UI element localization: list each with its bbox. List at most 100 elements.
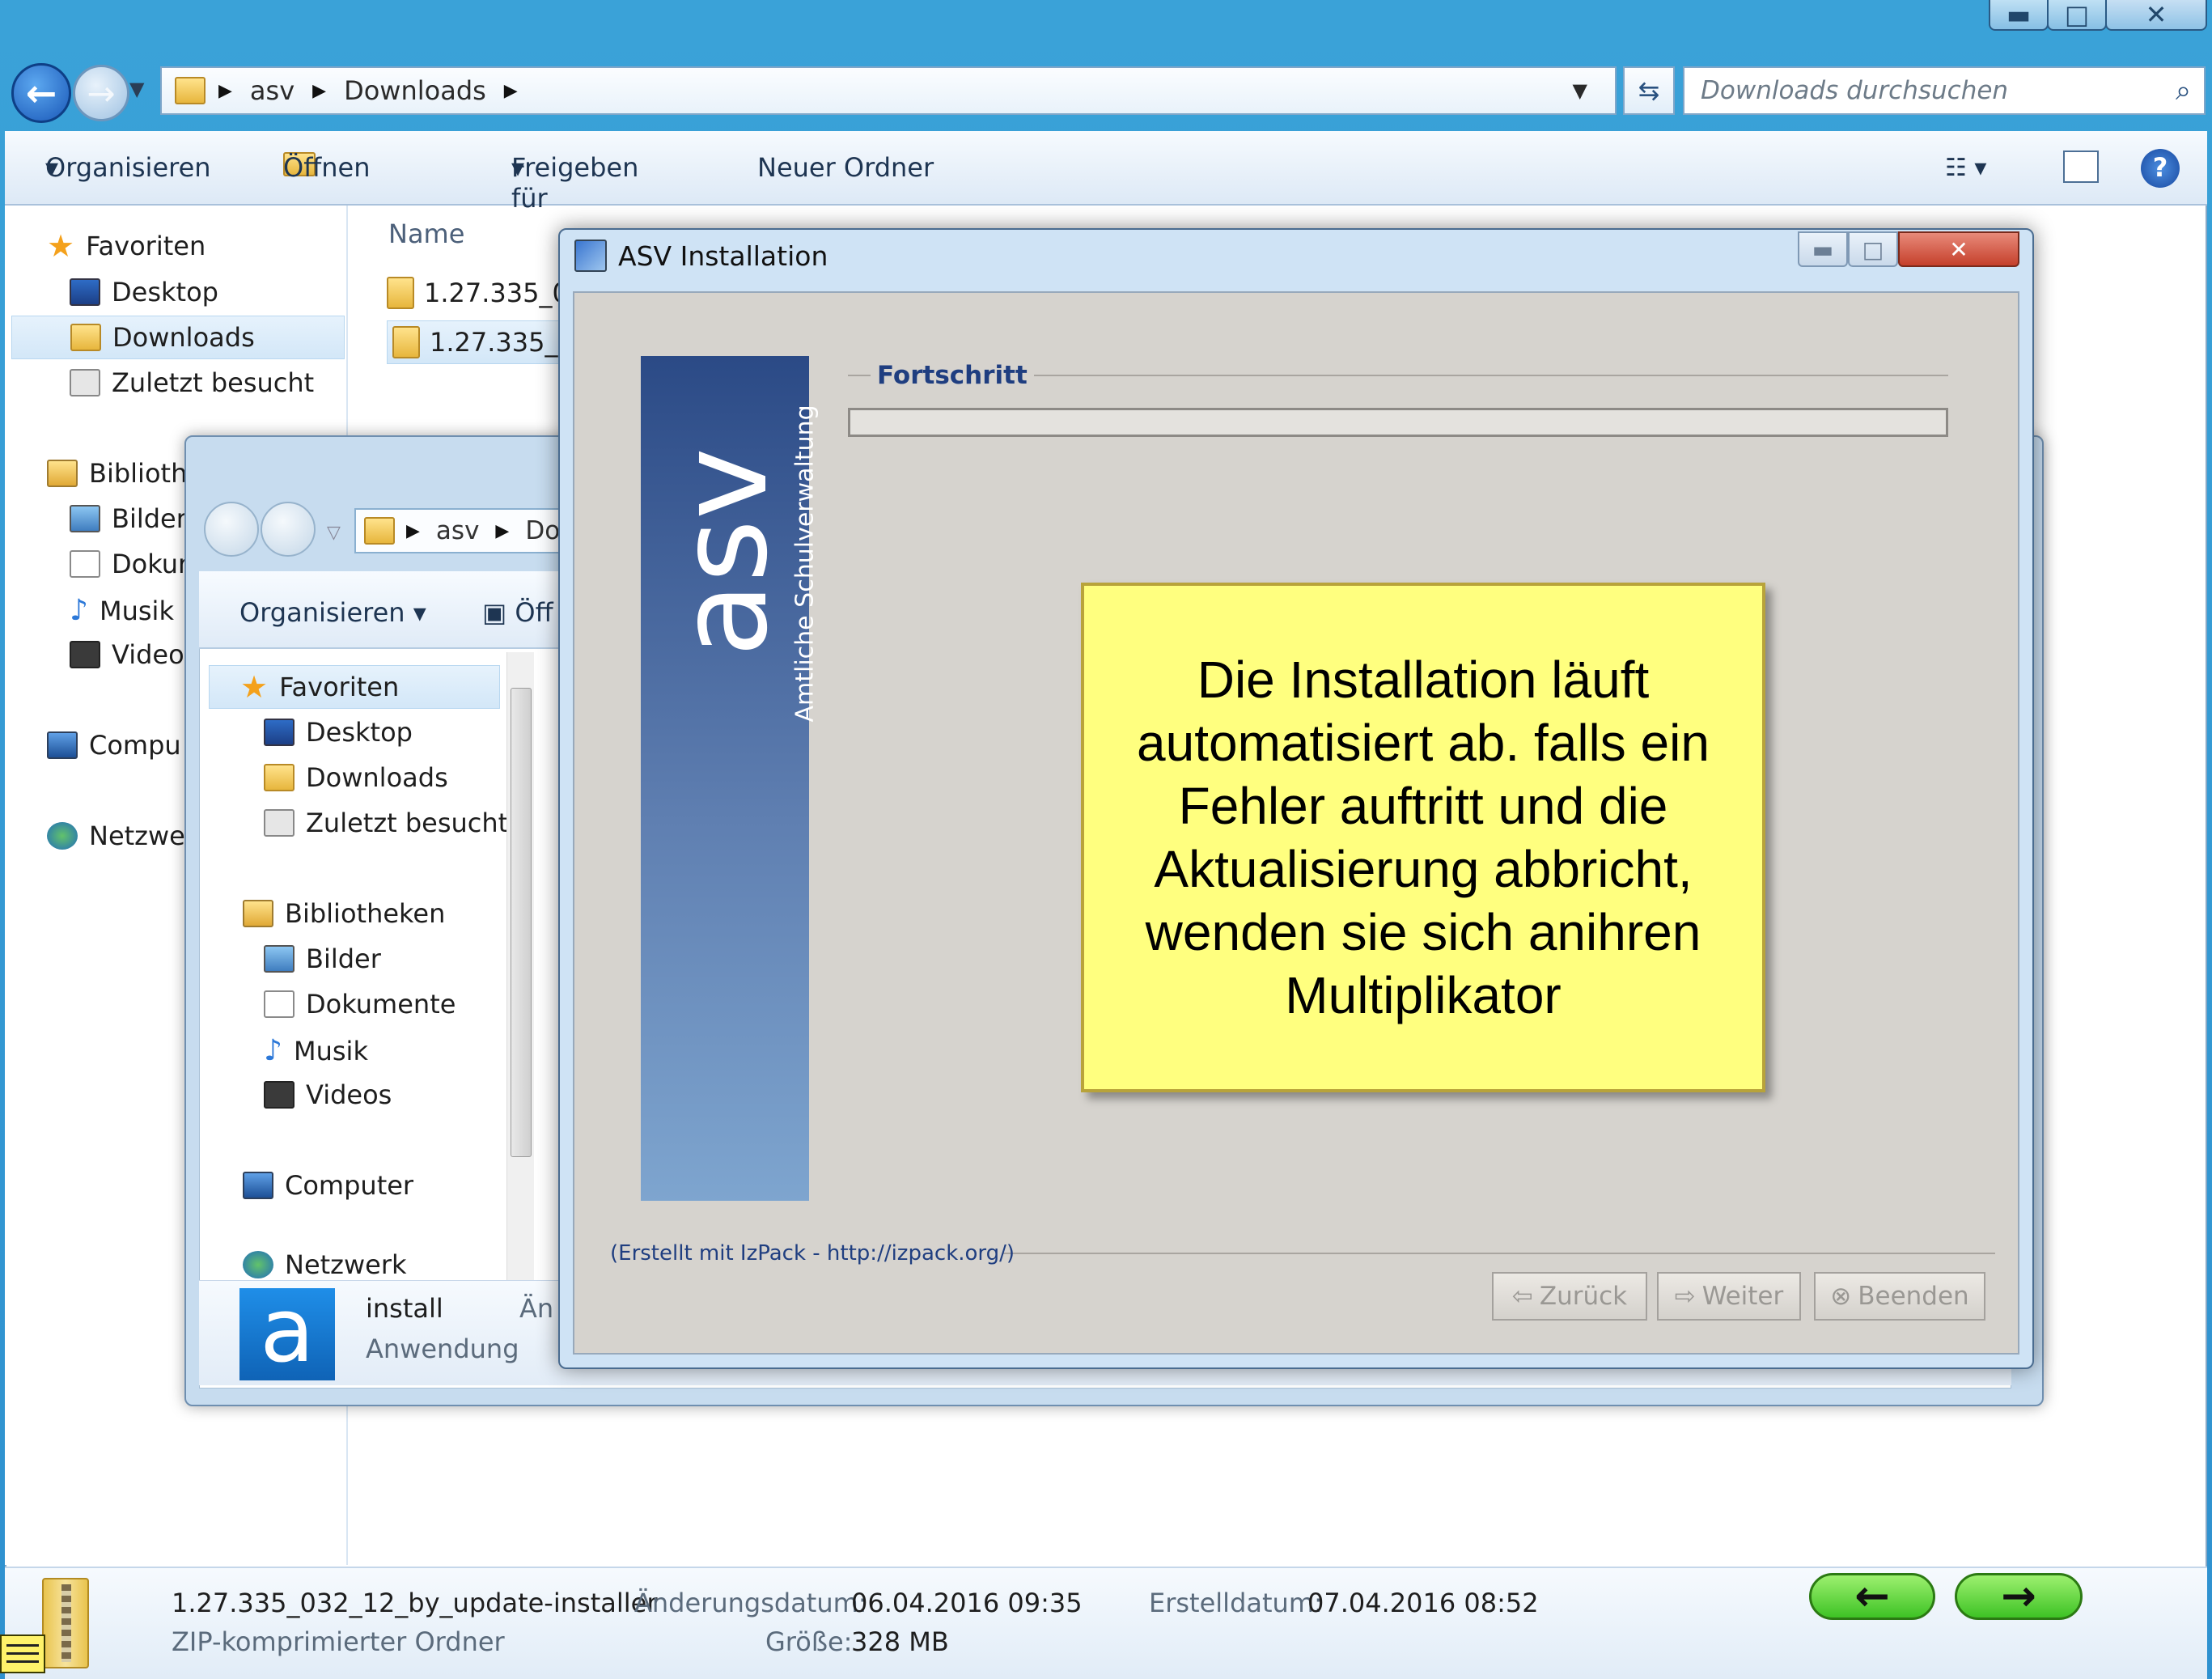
organize-button[interactable]: Organisieren ▾ — [239, 597, 426, 628]
nav-libraries[interactable]: Biblioth — [47, 458, 187, 489]
nav-recent[interactable]: Zuletzt besucht — [264, 808, 508, 838]
next-label: Weiter — [1701, 1282, 1784, 1311]
maximize-button[interactable]: □ — [2047, 0, 2107, 31]
note-icon[interactable] — [0, 1634, 45, 1673]
open-button[interactable]: ▣ Öff — [482, 597, 553, 628]
open-button[interactable]: Öffnen ▾ — [283, 152, 370, 183]
breadcrumb-separator-icon: ▶ — [312, 80, 327, 101]
nav-pictures[interactable]: Bilder — [70, 503, 187, 534]
scrollbar-thumb[interactable] — [511, 688, 532, 1157]
recent-places-icon — [70, 369, 100, 396]
nav-label: Bilder — [306, 943, 381, 974]
next-arrow-button[interactable]: → — [1955, 1572, 2083, 1621]
address-dropdown-icon[interactable]: ▼ — [1573, 79, 1587, 102]
finish-button-installer[interactable]: ⊗ Beenden — [1814, 1272, 1985, 1321]
breadcrumb-asv[interactable]: asv — [436, 516, 480, 545]
nav-music[interactable]: ♪ Musik — [264, 1034, 368, 1067]
forward-arrow-icon: → — [87, 73, 116, 113]
forward-button-disabled[interactable] — [261, 502, 316, 557]
back-button-installer[interactable]: ⇦ Zurück — [1492, 1272, 1647, 1321]
star-icon: ★ — [240, 669, 269, 705]
nav-desktop[interactable]: Desktop — [70, 277, 218, 307]
folder-icon — [364, 517, 395, 545]
recent-places-icon — [264, 809, 295, 837]
nav-network[interactable]: Netzwe — [47, 820, 185, 851]
nav-documents[interactable]: Dokur — [70, 549, 189, 579]
share-label: Freigeben für — [511, 152, 639, 214]
organize-button[interactable]: Organisieren ▾ — [45, 152, 211, 183]
asv-logo: asv — [654, 447, 795, 657]
info-note: Die Installation läuft automatisiert ab.… — [1081, 583, 1765, 1092]
installer-close-button[interactable]: ✕ — [1898, 231, 2019, 267]
history-dropdown-icon[interactable]: ▽ — [327, 523, 341, 543]
nav-label: Computer — [285, 1170, 414, 1201]
nav-videos[interactable]: Videos — [264, 1079, 392, 1110]
next-button-installer[interactable]: ⇨ Weiter — [1657, 1272, 1801, 1321]
nav-downloads[interactable]: Downloads — [11, 316, 345, 359]
nav-label: Musik — [293, 1035, 368, 1066]
nav-label: Bilder — [112, 503, 187, 534]
details-col-label: Än — [519, 1293, 554, 1324]
nav-favorites[interactable]: ★ Favoriten — [209, 665, 500, 709]
previous-arrow-button[interactable]: ← — [1809, 1572, 1935, 1621]
music-icon: ♪ — [264, 1034, 282, 1067]
star-icon: ★ — [47, 228, 75, 264]
view-icon[interactable]: ☷ ▾ — [1945, 154, 1987, 182]
address-bar[interactable]: ▶ asv ▶ Downloads ▶ ▼ — [160, 66, 1617, 115]
nav-label: Zuletzt besucht — [112, 367, 315, 398]
details-type: ZIP-komprimierter Ordner — [172, 1626, 505, 1657]
details-created-value: 07.04.2016 08:52 — [1307, 1588, 1539, 1618]
computer-icon — [47, 731, 78, 759]
nav-desktop[interactable]: Desktop — [264, 717, 413, 748]
nav-libraries[interactable]: Bibliotheken — [243, 898, 445, 929]
file-row[interactable]: 1.27.335_03 — [387, 277, 585, 309]
organize-label: Organisieren — [45, 152, 211, 183]
help-icon[interactable]: ? — [2141, 149, 2180, 188]
nav-documents[interactable]: Dokumente — [264, 989, 456, 1020]
back-button[interactable]: ← — [11, 63, 71, 123]
organize-label: Organisieren — [239, 597, 405, 628]
installer-maximize-button[interactable]: □ — [1848, 231, 1898, 267]
new-folder-button[interactable]: Neuer Ordner — [757, 152, 934, 183]
history-dropdown-icon[interactable]: ▼ — [129, 78, 144, 100]
forward-button[interactable]: → — [73, 65, 129, 121]
videos-icon — [70, 641, 100, 668]
computer-icon — [243, 1172, 273, 1199]
column-header-name[interactable]: Name — [388, 218, 464, 249]
nav-computer[interactable]: Compu — [47, 730, 181, 761]
second-nav-buttons — [204, 502, 316, 557]
breadcrumb-separator-icon: ▶ — [495, 520, 510, 541]
details-size-label: Größe: — [765, 1626, 853, 1657]
footer-line — [1003, 1253, 1995, 1254]
nav-computer[interactable]: Computer — [243, 1170, 413, 1201]
libraries-icon — [47, 460, 78, 487]
close-button[interactable]: ✕ — [2105, 0, 2207, 31]
nav-recent[interactable]: Zuletzt besucht — [70, 367, 314, 398]
breadcrumb-asv[interactable]: asv — [250, 75, 295, 106]
open-label: Öff — [515, 597, 553, 628]
share-button[interactable]: Freigeben für ▾ — [511, 152, 638, 214]
breadcrumb-separator-icon: ▶ — [406, 520, 420, 541]
nav-videos[interactable]: Video — [70, 639, 184, 670]
minimize-button[interactable]: ▬ — [1989, 0, 2049, 31]
search-input[interactable]: Downloads durchsuchen ⌕ — [1683, 66, 2206, 115]
refresh-button[interactable]: ⇆ — [1623, 66, 1675, 115]
nav-scrollbar[interactable] — [506, 652, 534, 1280]
nav-label: Biblioth — [89, 458, 188, 489]
nav-music[interactable]: ♪ Musik — [70, 594, 174, 627]
nav-downloads[interactable]: Downloads — [264, 762, 448, 793]
breadcrumb-downloads[interactable]: Do — [525, 516, 560, 545]
finish-label: Beenden — [1858, 1282, 1969, 1311]
nav-favorites[interactable]: ★ Favoriten — [47, 228, 206, 264]
installer-minimize-button[interactable]: ▬ — [1798, 231, 1848, 267]
preview-pane-icon[interactable] — [2063, 151, 2099, 183]
nav-label: Desktop — [112, 277, 218, 307]
details-created-label: Erstelldatum: — [1149, 1588, 1323, 1618]
nav-pictures[interactable]: Bilder — [264, 943, 381, 974]
command-bar: Organisieren ▾ Öffnen ▾ Freigeben für ▾ … — [5, 131, 2207, 214]
nav-network[interactable]: Netzwerk — [243, 1251, 407, 1278]
izpack-credit: (Erstellt mit IzPack - http://izpack.org… — [610, 1241, 1015, 1266]
details-filename: 1.27.335_032_12_by_update-installer — [172, 1588, 658, 1618]
breadcrumb-downloads[interactable]: Downloads — [344, 75, 486, 106]
back-button-disabled[interactable] — [204, 502, 259, 557]
